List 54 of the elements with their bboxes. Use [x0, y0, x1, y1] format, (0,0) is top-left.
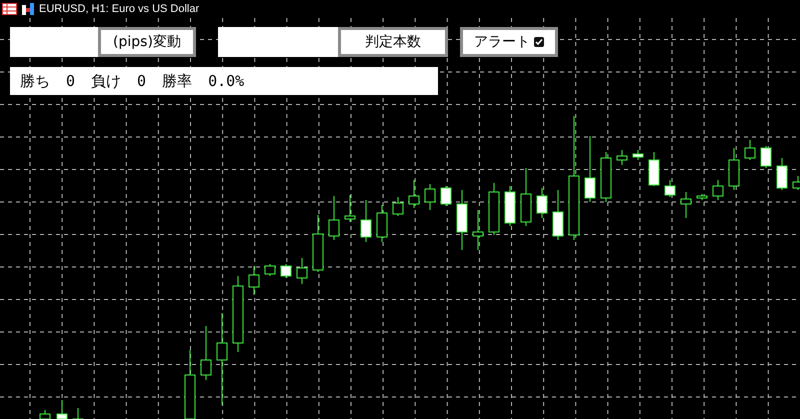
candlestick	[456, 190, 468, 250]
candlestick	[648, 152, 660, 186]
candlestick	[536, 188, 548, 218]
candlestick	[184, 350, 196, 419]
candlestick	[584, 136, 596, 202]
input-field[interactable]	[218, 27, 338, 57]
candlestick	[328, 196, 340, 240]
candlestick	[616, 150, 628, 166]
candlestick	[552, 190, 564, 240]
candlestick	[408, 180, 420, 208]
candlestick	[792, 176, 800, 190]
candlestick	[472, 210, 484, 250]
candlestick	[600, 152, 612, 202]
stat-value: 0.0%	[208, 72, 244, 90]
candlestick	[488, 182, 500, 236]
candlestick	[72, 408, 84, 419]
alert-toggle-button[interactable]: アラート	[460, 27, 558, 57]
candlestick	[296, 258, 308, 284]
candlestick	[424, 184, 436, 210]
candlestick	[40, 410, 50, 419]
button[interactable]: (pips)変動	[98, 27, 196, 57]
candlestick	[728, 148, 740, 190]
candlestick	[504, 186, 516, 226]
candlestick	[632, 150, 644, 160]
candlestick	[664, 180, 676, 198]
candlestick	[712, 180, 724, 200]
candlestick	[264, 264, 276, 276]
candlestick	[760, 146, 772, 168]
window-title: EURUSD, H1: Euro vs US Dollar	[39, 2, 200, 14]
button[interactable]: 判定本数	[338, 27, 448, 57]
stat-label: 負け	[91, 72, 122, 90]
candlestick	[56, 400, 68, 419]
candlestick	[200, 326, 212, 380]
candlestick	[440, 186, 452, 206]
candlestick	[696, 194, 708, 200]
chart-icon	[21, 2, 35, 14]
candlestick	[744, 140, 756, 160]
grid-icon	[2, 2, 17, 14]
checkbox[interactable]	[534, 37, 544, 47]
stat-label: 勝率	[162, 72, 192, 90]
candlestick	[360, 200, 372, 242]
candlestick	[680, 192, 692, 218]
candlestick	[776, 158, 788, 190]
stat-value: 0	[137, 72, 146, 90]
candlestick	[376, 204, 388, 242]
candlestick	[312, 214, 324, 272]
candlestick	[248, 266, 260, 296]
candlestick	[392, 196, 404, 216]
stat-label: 勝ち	[20, 72, 50, 90]
candlestick	[520, 168, 532, 226]
candlestick	[344, 194, 356, 222]
stat-value: 0	[66, 72, 76, 90]
input-field[interactable]	[10, 27, 98, 57]
candlestick	[280, 264, 292, 278]
